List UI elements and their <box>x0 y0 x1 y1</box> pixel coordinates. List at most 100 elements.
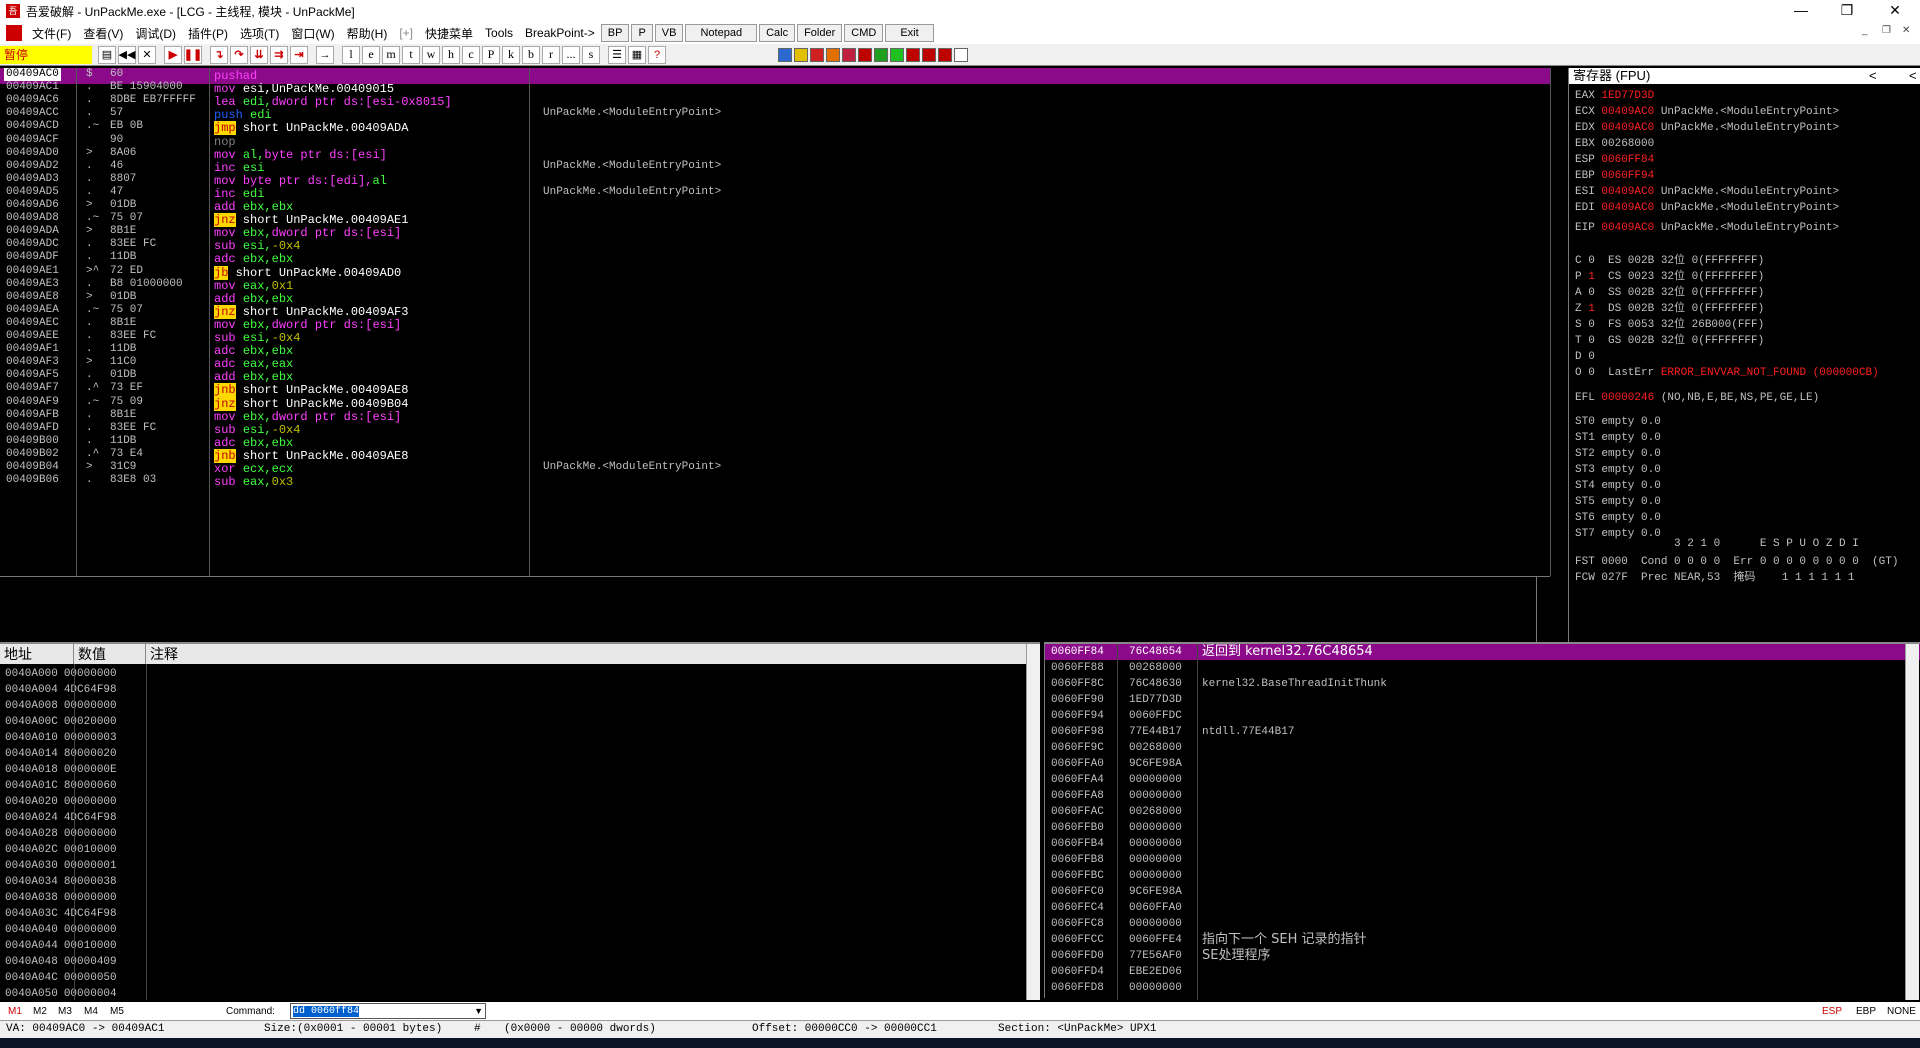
dump-row[interactable]: 0040A008 00000000 <box>5 698 117 714</box>
disasm-row[interactable]: 00409ACF 90 nop <box>0 134 1550 149</box>
disasm-row[interactable]: 00409AD3. 8807 mov byte ptr ds:[edi],al <box>0 173 1550 188</box>
disasm-row[interactable]: 00409ACD .~ EB 0B jmp short UnPackMe.00409A… <box>0 120 1550 136</box>
plugin-icon-10[interactable] <box>922 47 936 62</box>
disasm-row[interactable]: 00409B00. 11DB adc ebx,ebx <box>0 435 1550 450</box>
minimize-button[interactable]: — <box>1778 0 1824 22</box>
trace-into-icon[interactable]: ⇊ <box>250 45 268 64</box>
toolbar-c-button[interactable]: c <box>462 45 480 64</box>
toolbar-t-button[interactable]: t <box>402 45 420 64</box>
dump-row[interactable]: 0040A030 00000001 <box>5 858 117 874</box>
tab-m2[interactable]: M2 <box>33 1006 47 1017</box>
disasm-row[interactable]: 00409AD6 >01DB add ebx,ebx <box>0 199 1550 214</box>
help-icon[interactable]: ? <box>648 45 666 64</box>
dump-row[interactable]: 0040A014 80000020 <box>5 746 117 762</box>
ebp-button[interactable]: EBP <box>1856 1006 1876 1017</box>
stack-pane[interactable]: 0060FF84 76C48654 返回到 kernel32.76C48654 006… <box>1044 642 1920 1000</box>
close-file-icon[interactable]: ✕ <box>138 45 156 64</box>
menu-help[interactable]: 帮助(H) <box>341 25 394 42</box>
plugin-icon-6[interactable] <box>858 47 872 62</box>
dump-row[interactable]: 0040A048 00000409 <box>5 954 117 970</box>
plugin-icon-9[interactable] <box>906 47 920 62</box>
menu-file[interactable]: 文件(F) <box>26 25 77 42</box>
plugin-icon-5[interactable] <box>842 47 856 62</box>
stack-row[interactable]: 0060FF94 0060FFDC <box>1045 708 1920 724</box>
disasm-row[interactable]: 00409AC1. BE 15904000 mov esi,UnPackMe.004… <box>0 81 1550 96</box>
goto-icon[interactable]: → <box>316 45 334 64</box>
stack-row[interactable]: 0060FFD0 77E56AF0 SE处理程序 <box>1045 948 1920 964</box>
menu-breakpoint[interactable]: BreakPoint-> <box>519 26 601 40</box>
step-into-icon[interactable]: ↴ <box>210 45 228 64</box>
disasm-row[interactable]: 00409B04 >31C9 xor ecx,ecx UnPackMe.<Module… <box>0 461 1550 476</box>
disasm-row[interactable]: 00409AF5. 01DB add ebx,ebx <box>0 369 1550 384</box>
plugin-icon-2[interactable] <box>794 47 808 62</box>
notepad-button[interactable]: Notepad <box>685 24 758 42</box>
menu-tools[interactable]: Tools <box>479 26 519 40</box>
memory-dump-pane[interactable]: 地址 数值 注释 0040A000 00000000 0040A004 4DC64F9… <box>0 642 1040 1000</box>
stack-row[interactable]: 0060FFC4 0060FFA0 <box>1045 900 1920 916</box>
dump-row[interactable]: 0040A038 00000000 <box>5 890 117 906</box>
dump-col-comment[interactable]: 注释 <box>146 644 1026 664</box>
exit-button[interactable]: Exit <box>885 24 934 42</box>
toolbar-h-button[interactable]: h <box>442 45 460 64</box>
folder-button[interactable]: Folder <box>797 24 843 42</box>
none-button[interactable]: NONE <box>1887 1006 1916 1017</box>
step-over-icon[interactable]: ↷ <box>230 45 248 64</box>
execute-till-return-icon[interactable]: ⇥ <box>290 45 308 64</box>
menu-window[interactable]: 窗口(W) <box>285 25 340 42</box>
disasm-row[interactable]: 00409AD2. 46 inc esi UnPackMe.<ModuleEntryP… <box>0 160 1550 175</box>
plugin-icon-4[interactable] <box>826 47 840 62</box>
plugin-icon-12[interactable] <box>954 47 968 62</box>
disasm-row[interactable]: 00409AEC. 8B1E mov ebx,dword ptr ds:[esi] <box>0 317 1550 332</box>
disasm-row[interactable]: 00409AF3 >11C0 adc eax,eax <box>0 356 1550 371</box>
stack-row[interactable]: 0060FFBC 00000000 <box>1045 868 1920 884</box>
disasm-row[interactable]: 00409AD5. 47 inc edi UnPackMe.<ModuleEntryP… <box>0 186 1550 201</box>
disasm-row[interactable]: 00409AD8 .~ 75 07 jnz short UnPackMe.00409A… <box>0 212 1550 228</box>
dump-row[interactable]: 0040A040 00000000 <box>5 922 117 938</box>
mdi-minimize[interactable]: _ <box>1862 25 1868 36</box>
maximize-button[interactable]: ❐ <box>1824 0 1870 22</box>
open-icon[interactable]: ▤ <box>98 45 116 64</box>
stack-row[interactable]: 0060FFA0 9C6FE98A <box>1045 756 1920 772</box>
disasm-row[interactable]: 00409AD0 >8A06 mov al,byte ptr ds:[esi] <box>0 147 1550 162</box>
disasm-row[interactable]: 00409ADA >8B1E mov ebx,dword ptr ds:[esi] <box>0 225 1550 240</box>
plugin-icon-11[interactable] <box>938 47 952 62</box>
tab-m4[interactable]: M4 <box>84 1006 98 1017</box>
disasm-row[interactable]: 00409AFD. 83EE FC sub esi,-0x4 <box>0 422 1550 437</box>
disasm-row[interactable]: 00409AF9 .~ 75 09 jnz short UnPackMe.00409B… <box>0 396 1550 411</box>
dump-row[interactable]: 0040A03C 4DC64F98 <box>5 906 117 922</box>
command-input[interactable]: dd 0060ff84 ▼ <box>290 1003 486 1019</box>
tab-m3[interactable]: M3 <box>58 1006 72 1017</box>
plugin-icon-8[interactable] <box>890 47 904 62</box>
chevron-down-icon[interactable]: ▼ <box>474 1004 483 1018</box>
registers-prev-button[interactable]: < <box>1869 68 1877 84</box>
disassembly-scrollbar[interactable] <box>1550 68 1564 576</box>
dump-row[interactable]: 0040A020 00000000 <box>5 794 117 810</box>
toolbar-l-button[interactable]: l <box>342 45 360 64</box>
dump-col-address[interactable]: 地址 <box>0 644 74 664</box>
disasm-row[interactable]: 00409AF7 .^ 73 EF jnb short UnPackMe.00409A… <box>0 382 1550 398</box>
tab-m1[interactable]: M1 <box>8 1006 22 1017</box>
stack-row[interactable]: 0060FFAC 00268000 <box>1045 804 1920 820</box>
stack-row[interactable]: 0060FF84 76C48654 返回到 kernel32.76C48654 <box>1045 644 1920 660</box>
toolbar-k-button[interactable]: k <box>502 45 520 64</box>
toolbar-p-button[interactable]: P <box>482 45 500 64</box>
mdi-restore[interactable]: ❐ <box>1882 25 1891 36</box>
stack-row[interactable]: 0060FFC8 00000000 <box>1045 916 1920 932</box>
toolbar-b-button[interactable]: b <box>522 45 540 64</box>
menu-debug[interactable]: 调试(D) <box>129 25 182 42</box>
mdi-close[interactable]: ✕ <box>1902 25 1910 36</box>
stack-row[interactable]: 0060FFD8 00000000 <box>1045 980 1920 996</box>
list-icon[interactable]: ☰ <box>608 45 626 64</box>
stack-row[interactable]: 0060FFD4 EBE2ED06 <box>1045 964 1920 980</box>
menu-options[interactable]: 选项(T) <box>234 25 285 42</box>
plugin-icon-1[interactable] <box>778 47 792 62</box>
dump-row[interactable]: 0040A050 00000004 <box>5 986 117 1002</box>
disasm-row[interactable]: 00409AF1. 11DB adc ebx,ebx <box>0 343 1550 358</box>
esp-button[interactable]: ESP <box>1822 1006 1842 1017</box>
calc-button[interactable]: Calc <box>759 24 796 42</box>
stack-row[interactable]: 0060FFB4 00000000 <box>1045 836 1920 852</box>
rewind-icon[interactable]: ◀◀ <box>118 45 136 64</box>
disasm-row[interactable]: 00409ADC. 83EE FC sub esi,-0x4 <box>0 238 1550 253</box>
disasm-row[interactable]: 00409AC0 $60 pushad <box>0 68 1550 83</box>
dump-col-value[interactable]: 数值 <box>74 644 146 664</box>
